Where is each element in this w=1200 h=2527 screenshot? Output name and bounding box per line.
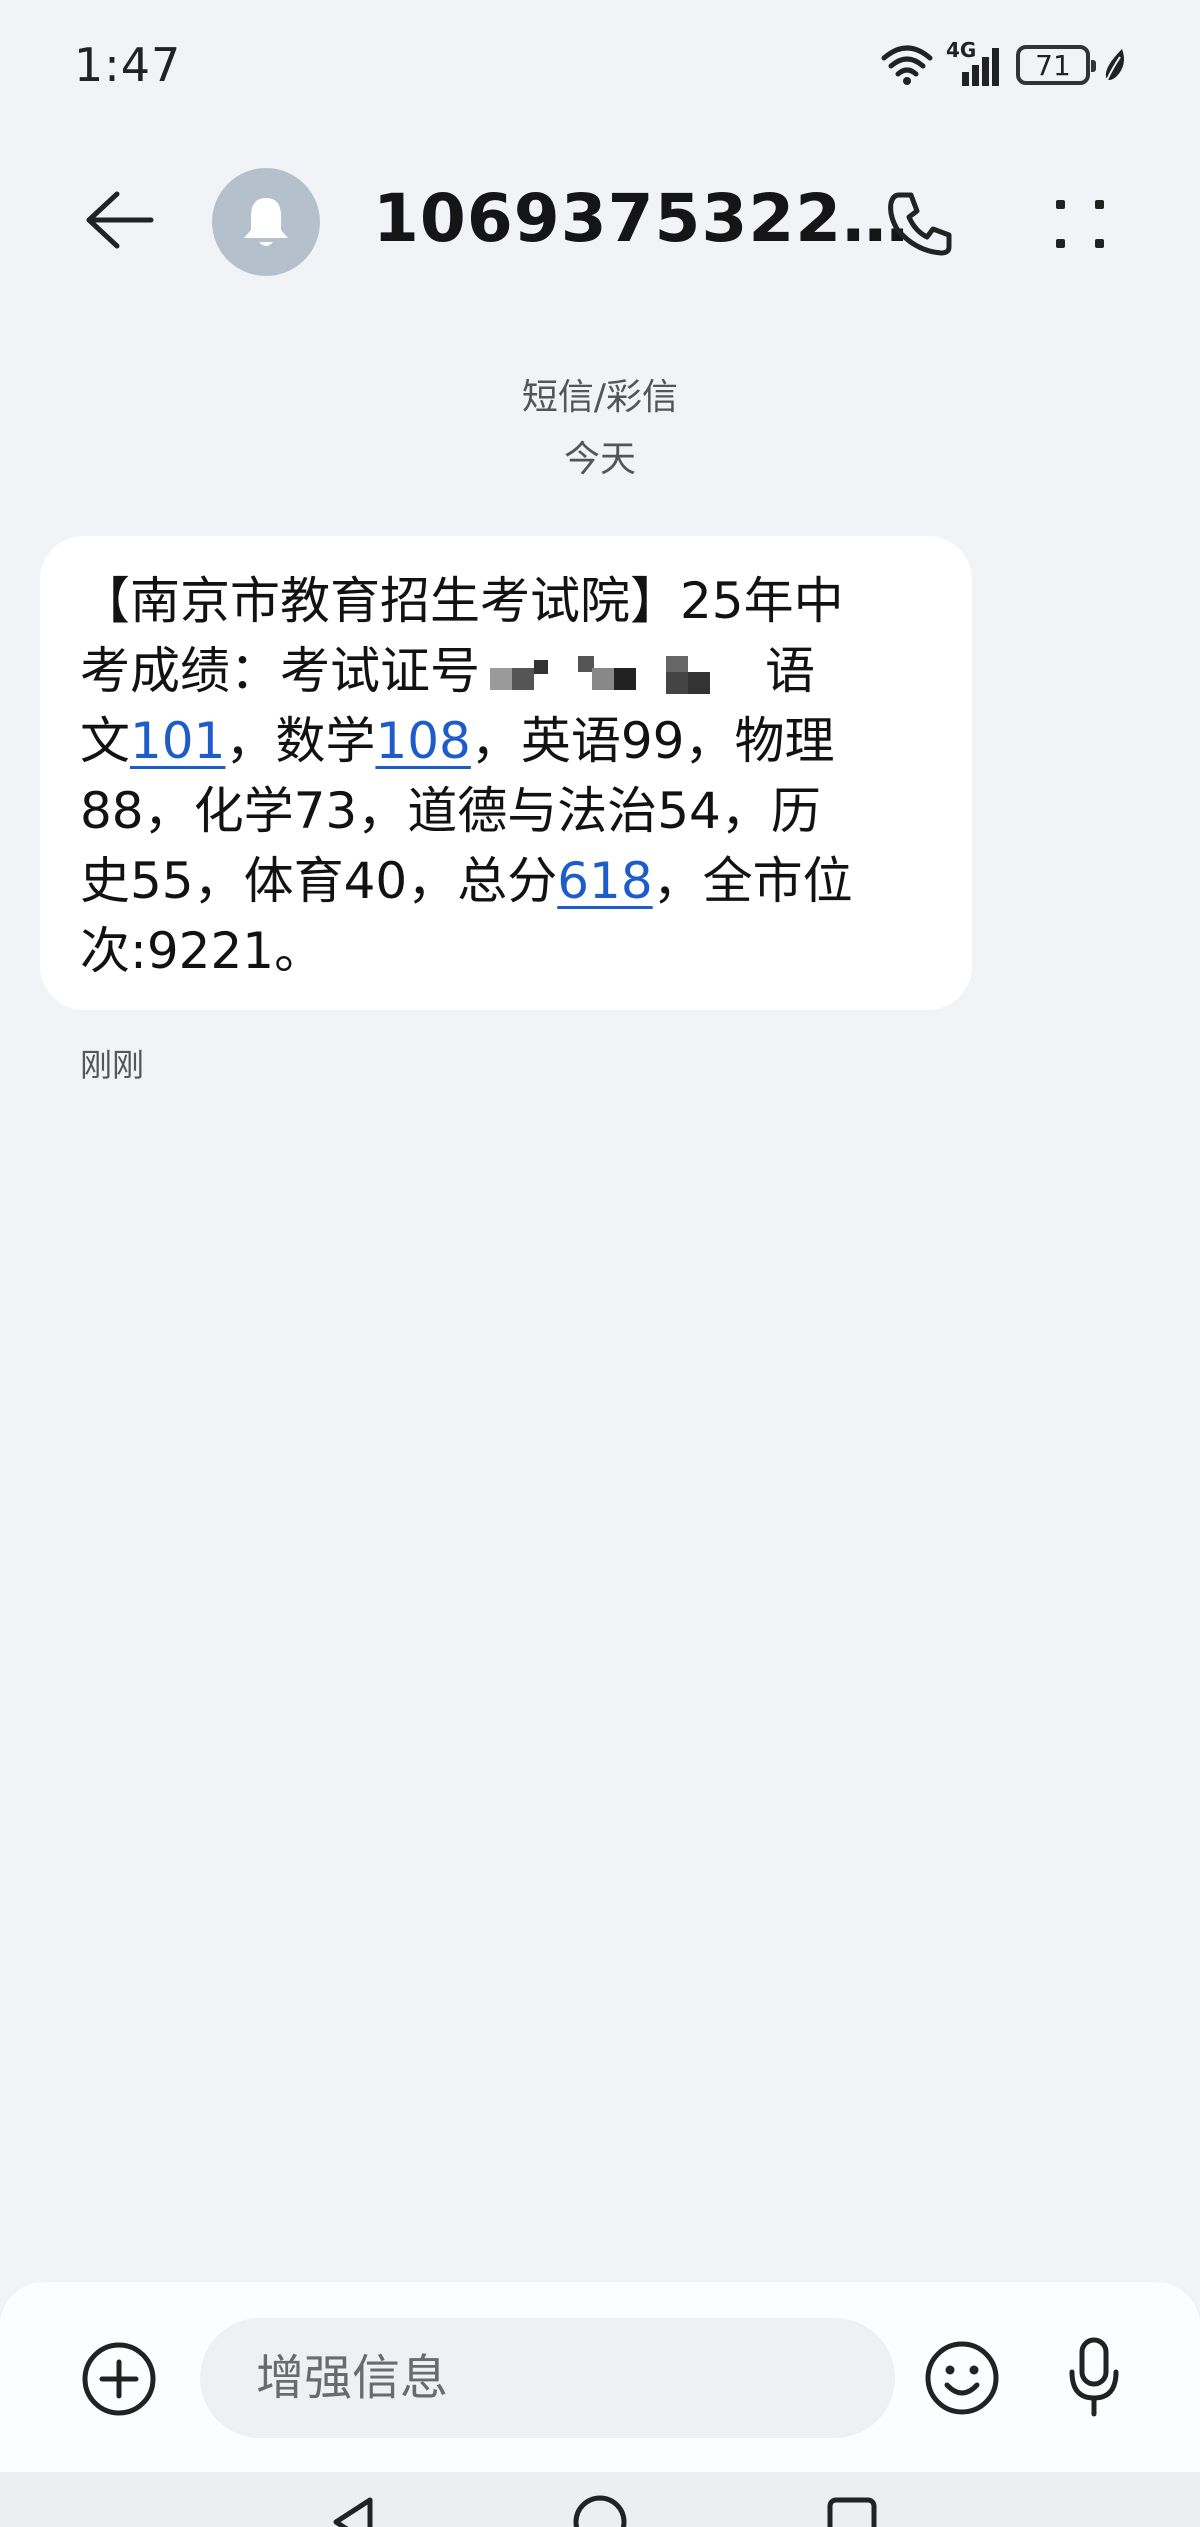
message-text-segment: 【南京市教育招生考试院】25年中 <box>80 572 844 630</box>
math-score-link[interactable]: 108 <box>375 712 470 770</box>
battery-icon: 71 <box>1016 45 1096 85</box>
message-line: 考成绩：考试证号 语 <box>80 636 932 706</box>
message-line: 88，化学73，道德与法治54，历 <box>80 776 932 846</box>
bell-icon <box>244 198 288 246</box>
message-input-container[interactable] <box>200 2318 895 2438</box>
message-line: 文101，数学108，英语99，物理 <box>80 706 932 776</box>
message-text-segment: ，数学 <box>225 712 376 770</box>
message-text-segment: 语 <box>765 642 815 700</box>
phone-icon <box>888 192 952 256</box>
avatar[interactable] <box>212 168 320 276</box>
message-line: 【南京市教育招生考试院】25年中 <box>80 566 932 636</box>
message-text-segment: 次:9221。 <box>80 922 325 980</box>
battery-level: 71 <box>1035 48 1071 82</box>
cellular-signal-icon: 4G <box>946 38 1004 88</box>
conversation-header: 1069375322… <box>0 150 1200 290</box>
message-composer <box>0 2282 1200 2472</box>
message-text-segment: 史55，体育40，总分 <box>80 852 558 910</box>
contact-title[interactable]: 1069375322… <box>373 180 909 257</box>
message-type-label: 短信/彩信 <box>521 377 679 418</box>
nav-recents-icon[interactable] <box>818 2490 888 2527</box>
message-line: 史55，体育40，总分618，全市位 <box>80 846 932 916</box>
message-text-segment: ，全市位 <box>652 852 853 910</box>
emoji-button[interactable] <box>922 2338 1002 2418</box>
redacted-exam-number <box>480 650 765 700</box>
voice-input-button[interactable] <box>1056 2334 1132 2420</box>
microphone-icon <box>1069 2337 1119 2417</box>
plus-circle-icon <box>82 2342 156 2416</box>
status-icons: 4G 71 <box>880 38 1128 88</box>
message-text-segment: ，英语99，物理 <box>470 712 835 770</box>
message-input[interactable] <box>200 2318 895 2438</box>
message-text-segment: 文 <box>80 712 130 770</box>
message-bubble[interactable]: 【南京市教育招生考试院】25年中 考成绩：考试证号 语 文101，数学108，英语… <box>40 536 972 1010</box>
date-separator: 今天 <box>563 439 636 480</box>
chinese-score-link[interactable]: 101 <box>130 712 225 770</box>
status-bar: 1:47 4G 71 <box>0 0 1200 130</box>
message-text-segment: 88，化学73，道德与法治54，历 <box>80 782 821 840</box>
message-text: 【南京市教育招生考试院】25年中 考成绩：考试证号 语 文101，数学108，英语… <box>80 566 932 986</box>
wifi-icon <box>881 45 933 85</box>
leaf-icon <box>1105 49 1124 81</box>
more-options-button[interactable] <box>1032 182 1128 266</box>
call-button[interactable] <box>878 182 962 266</box>
message-timestamp: 刚刚 <box>80 1046 145 1084</box>
nav-back-icon[interactable] <box>322 2490 392 2527</box>
status-time: 1:47 <box>74 38 182 92</box>
back-arrow-icon <box>86 191 154 249</box>
navigation-bar <box>0 2472 1200 2527</box>
back-button[interactable] <box>74 180 164 260</box>
message-line: 次:9221。 <box>80 916 932 986</box>
more-dots-icon <box>1056 200 1104 248</box>
nav-home-icon[interactable] <box>565 2490 635 2527</box>
total-score-link[interactable]: 618 <box>557 852 652 910</box>
message-text-segment: 考成绩：考试证号 <box>80 642 480 700</box>
smiley-icon <box>925 2341 999 2415</box>
add-attachment-button[interactable] <box>80 2340 158 2418</box>
